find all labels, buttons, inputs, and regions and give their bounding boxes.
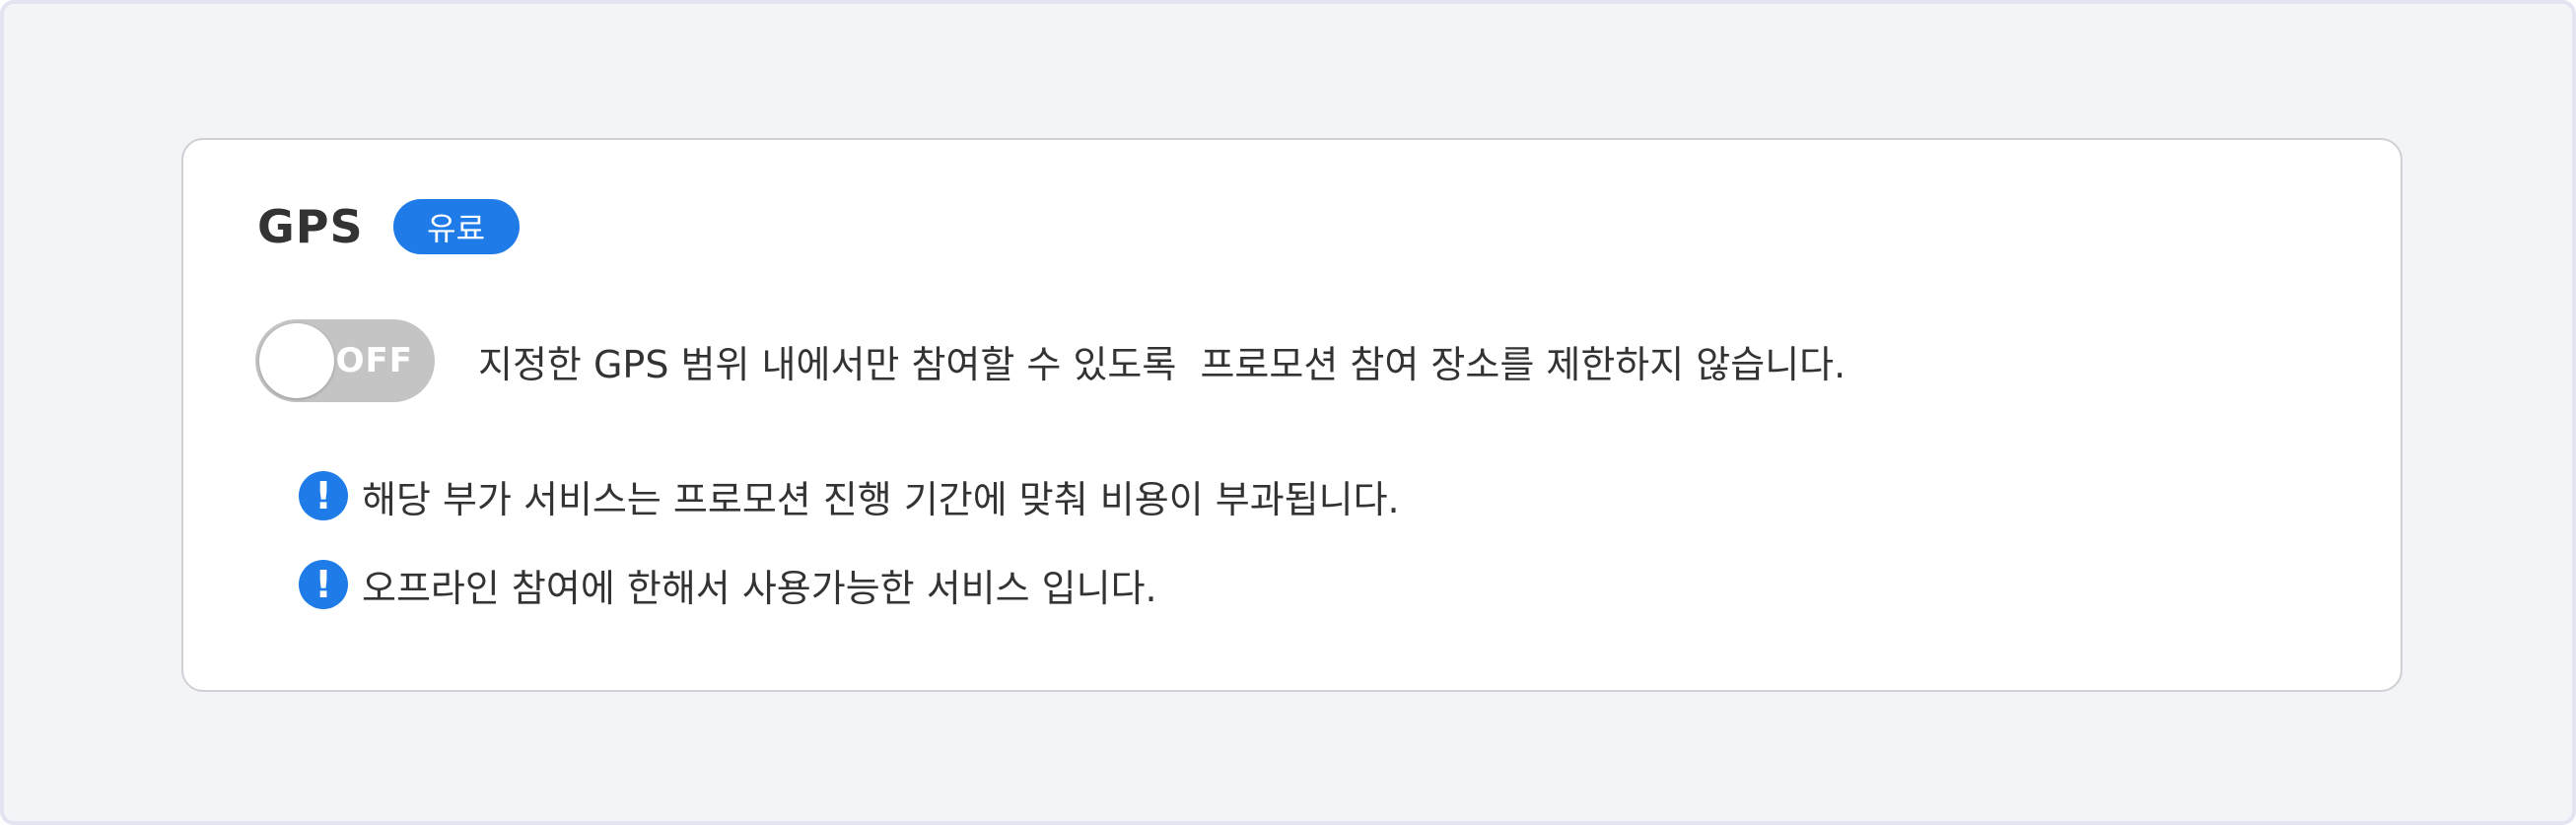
gps-toggle-row: OFF 지정한 GPS 범위 내에서만 참여할 수 있도록 프로모션 참여 장소… xyxy=(255,319,1845,402)
paid-badge: 유료 xyxy=(392,199,520,254)
page-frame: GPS 유료 OFF 지정한 GPS 범위 내에서만 참여할 수 있도록 프로모… xyxy=(0,0,2576,825)
gps-title: GPS xyxy=(257,200,364,253)
toggle-state-label: OFF xyxy=(335,341,413,380)
gps-title-row: GPS 유료 xyxy=(257,197,520,256)
toggle-knob xyxy=(259,323,334,398)
gps-toggle-switch[interactable]: OFF xyxy=(255,319,435,402)
exclamation-icon: ! xyxy=(299,471,348,520)
notice-item: ! 해당 부가 서비스는 프로모션 진행 기간에 맞춰 비용이 부과됩니다. xyxy=(299,469,1400,522)
exclamation-icon: ! xyxy=(299,560,348,609)
gps-toggle-description: 지정한 GPS 범위 내에서만 참여할 수 있도록 프로모션 참여 장소를 제한… xyxy=(478,342,1846,386)
gps-setting-card: GPS 유료 OFF 지정한 GPS 범위 내에서만 참여할 수 있도록 프로모… xyxy=(181,138,2402,692)
notice-text: 해당 부가 서비스는 프로모션 진행 기간에 맞춰 비용이 부과됩니다. xyxy=(362,477,1400,521)
notice-text: 오프라인 참여에 한해서 사용가능한 서비스 입니다. xyxy=(362,566,1157,610)
notice-item: ! 오프라인 참여에 한해서 사용가능한 서비스 입니다. xyxy=(299,558,1157,611)
